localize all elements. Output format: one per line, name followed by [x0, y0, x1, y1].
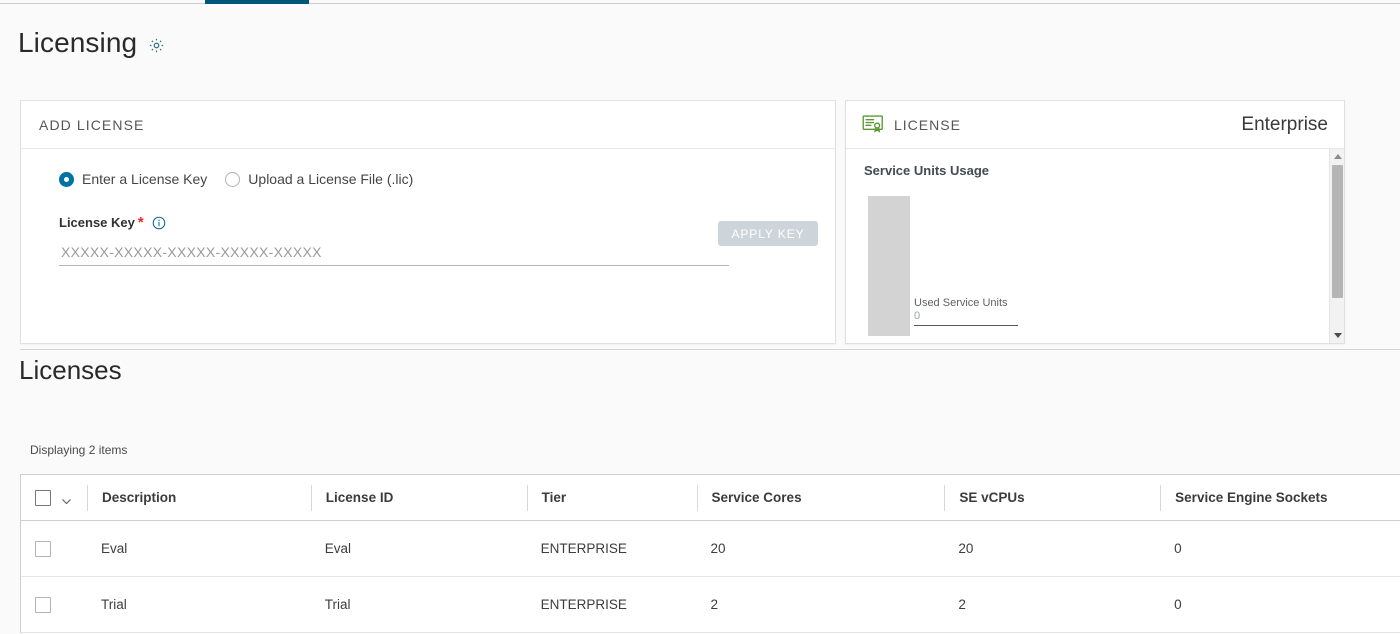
page-title: Licensing — [18, 27, 138, 58]
license-key-input[interactable] — [59, 239, 729, 266]
license-summary-card: LICENSE Enterprise Service Units Usage U… — [845, 100, 1345, 344]
cell-se-vcpus: 20 — [958, 540, 974, 556]
add-license-card: ADD LICENSE Enter a License Key Upload a… — [20, 100, 836, 344]
add-license-card-header: ADD LICENSE — [21, 101, 835, 149]
cell-description: Eval — [100, 540, 128, 556]
license-key-field-group: License Key* APPLY KEY — [21, 187, 835, 266]
gear-icon[interactable] — [148, 37, 165, 54]
apply-key-button[interactable]: APPLY KEY — [718, 221, 818, 246]
cell-service-cores: 2 — [710, 596, 719, 612]
table-header-row: Description License ID Tier Service Core… — [21, 475, 1400, 521]
column-header-description[interactable]: Description — [86, 484, 311, 511]
table-row[interactable]: Trial Trial ENTERPRISE 2 2 0 — [21, 577, 1400, 633]
chevron-down-icon[interactable] — [60, 491, 73, 505]
cell-se-vcpus: 2 — [958, 596, 966, 612]
active-tab-indicator[interactable] — [205, 0, 309, 4]
row-select-cell[interactable] — [21, 540, 87, 557]
usage-annotation-rule — [914, 325, 1018, 326]
add-license-title: ADD LICENSE — [39, 116, 145, 133]
radio-label-file: Upload a License File (.lic) — [248, 171, 414, 187]
select-all-checkbox[interactable] — [35, 489, 51, 506]
usage-annotation-value: 0 — [914, 310, 921, 322]
radio-indicator-file[interactable] — [225, 171, 241, 187]
column-header-service-cores[interactable]: Service Cores — [696, 484, 945, 511]
usage-bar-total — [868, 196, 910, 336]
required-asterisk: * — [137, 213, 144, 231]
column-header-license-id[interactable]: License ID — [310, 484, 527, 511]
select-all-cell[interactable] — [21, 485, 87, 511]
displaying-count: Displaying 2 items — [30, 443, 128, 457]
table-row[interactable]: Eval Eval ENTERPRISE 20 20 0 — [21, 521, 1400, 577]
column-header-tier[interactable]: Tier — [526, 484, 697, 511]
licenses-section-title: Licenses — [19, 355, 122, 385]
scrollbar-thumb[interactable] — [1332, 165, 1343, 298]
row-select-cell[interactable] — [21, 596, 87, 613]
usage-annotation-label: Used Service Units — [914, 297, 1008, 309]
licensing-page: Licensing ADD LICENSE Enter a License Ke… — [0, 0, 1400, 634]
scroll-down-arrow-icon[interactable] — [1330, 328, 1344, 343]
licenses-table: Description License ID Tier Service Core… — [20, 474, 1400, 633]
radio-label-key: Enter a License Key — [82, 171, 208, 187]
info-circle-icon[interactable] — [152, 216, 166, 230]
license-key-label: License Key — [59, 215, 135, 230]
row-checkbox[interactable] — [35, 540, 51, 557]
usage-annotation: Used Service Units 0 — [914, 296, 1019, 326]
cell-tier: ENTERPRISE — [540, 540, 627, 556]
column-header-service-engine-sockets[interactable]: Service Engine Sockets — [1160, 484, 1400, 511]
radio-enter-license-key[interactable]: Enter a License Key — [59, 171, 207, 187]
cell-license-id: Trial — [324, 596, 351, 612]
service-units-usage-panel: Service Units Usage Used Service Units 0 — [846, 149, 1344, 343]
cell-service-cores: 20 — [710, 540, 726, 556]
add-license-card-body: Enter a License Key Upload a License Fil… — [21, 149, 835, 266]
service-units-usage-title: Service Units Usage — [864, 163, 990, 178]
service-units-usage-chart: Used Service Units 0 — [864, 196, 1344, 336]
license-card-header-left: LICENSE — [862, 115, 961, 134]
column-header-se-vcpus[interactable]: SE vCPUs — [944, 484, 1160, 511]
radio-upload-license-file[interactable]: Upload a License File (.lic) — [225, 171, 413, 187]
cell-description: Trial — [100, 596, 127, 612]
license-card-scrollbar[interactable] — [1329, 149, 1344, 343]
cell-license-id: Eval — [324, 540, 352, 556]
cell-service-engine-sockets: 0 — [1174, 596, 1182, 612]
top-tab-strip — [0, 0, 1400, 4]
license-source-radio-group: Enter a License Key Upload a License Fil… — [21, 149, 835, 187]
cell-tier: ENTERPRISE — [540, 596, 627, 612]
license-certificate-icon — [862, 115, 884, 134]
page-header: Licensing — [18, 26, 165, 60]
cell-service-engine-sockets: 0 — [1174, 540, 1182, 556]
section-divider — [20, 349, 1400, 350]
license-card-body: Service Units Usage Used Service Units 0 — [846, 149, 1344, 343]
license-tier-value: Enterprise — [1241, 113, 1328, 135]
scroll-up-arrow-icon[interactable] — [1330, 149, 1344, 164]
radio-indicator-key[interactable] — [59, 171, 74, 187]
row-checkbox[interactable] — [35, 596, 51, 613]
license-card-header: LICENSE Enterprise — [846, 101, 1344, 149]
license-card-label: LICENSE — [894, 116, 961, 133]
